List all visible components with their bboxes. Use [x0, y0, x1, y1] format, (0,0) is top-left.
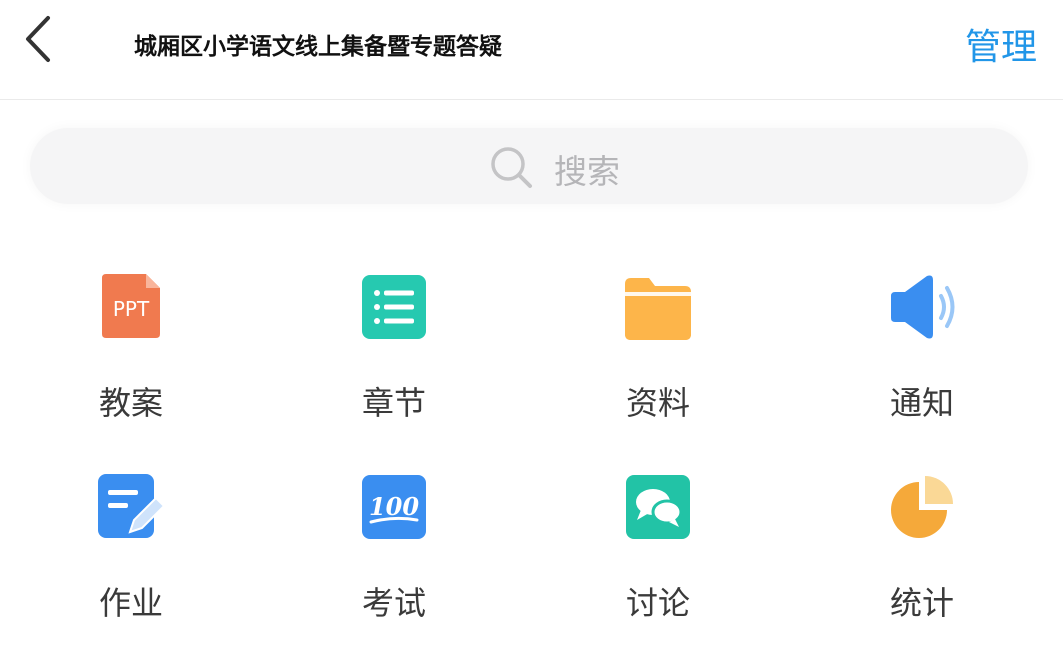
- tile-label: 讨论: [625, 584, 690, 622]
- tile-label: 教案: [98, 384, 163, 422]
- tile-statistics[interactable]: 统计: [842, 462, 1002, 632]
- search-input[interactable]: 搜索: [554, 145, 620, 193]
- tile-label: 资料: [625, 384, 690, 422]
- tile-label: 章节: [361, 384, 426, 422]
- search-icon: [491, 147, 532, 188]
- tile-label: 统计: [889, 584, 954, 622]
- app-window: 城厢区小学语文线上集备暨专题答疑 管理 搜索 PPT 教案 章节 资料 通知 作…: [0, 0, 1063, 665]
- folder-icon: [625, 278, 691, 340]
- tile-notice[interactable]: 通知: [842, 262, 1002, 432]
- chevron-left-icon: [26, 16, 50, 62]
- score-icon-text: 100: [369, 492, 419, 521]
- tile-discussion[interactable]: 讨论: [578, 462, 738, 632]
- list-icon: [362, 275, 426, 339]
- top-bar: 城厢区小学语文线上集备暨专题答疑 管理: [0, 0, 1063, 100]
- edit-document-icon: [98, 474, 166, 538]
- tile-exam[interactable]: 100 考试: [314, 462, 474, 632]
- tile-label: 考试: [361, 584, 426, 622]
- ppt-icon: PPT: [102, 274, 160, 338]
- search-bar[interactable]: 搜索: [30, 128, 1028, 204]
- tile-label: 作业: [98, 584, 163, 622]
- tile-chapters[interactable]: 章节: [314, 262, 474, 432]
- tile-lesson-plan[interactable]: PPT 教案: [51, 262, 211, 432]
- tile-label: 通知: [889, 384, 954, 422]
- manage-button[interactable]: 管理: [965, 18, 1037, 70]
- speaker-icon: [891, 275, 955, 339]
- page-title: 城厢区小学语文线上集备暨专题答疑: [134, 34, 502, 60]
- back-button[interactable]: [18, 14, 62, 64]
- score-100-icon: 100: [362, 475, 426, 539]
- ppt-icon-text: PPT: [113, 297, 150, 321]
- tile-homework[interactable]: 作业: [51, 462, 211, 632]
- chat-bubbles-icon: [626, 475, 690, 539]
- tile-materials[interactable]: 资料: [578, 262, 738, 432]
- pie-chart-icon: [891, 476, 953, 538]
